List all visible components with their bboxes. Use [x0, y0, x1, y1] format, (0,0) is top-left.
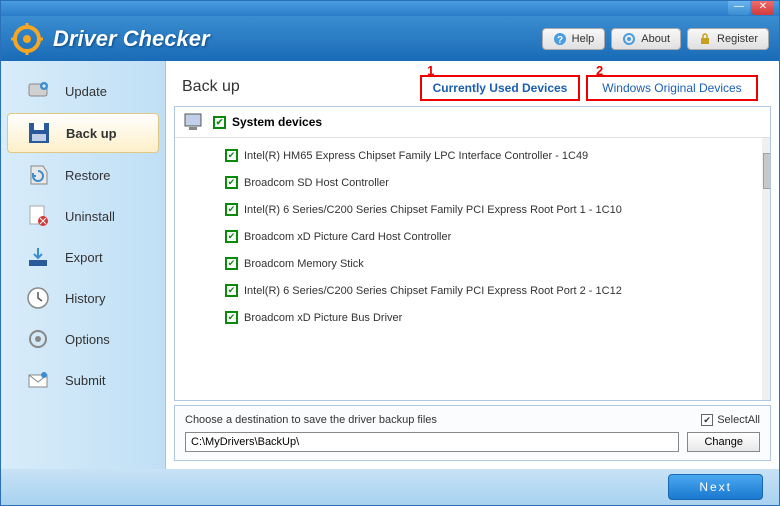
scrollbar[interactable]	[762, 138, 770, 400]
app-window: — ✕ Driver Checker ? Help About Register…	[0, 0, 780, 506]
about-label: About	[641, 33, 670, 45]
page-title: Back up	[182, 78, 240, 106]
gear-icon	[622, 32, 636, 46]
sidebar-item-options[interactable]: Options	[7, 320, 159, 358]
svg-text:?: ?	[557, 35, 563, 46]
sidebar-label: Restore	[65, 168, 111, 183]
tab-windows-original[interactable]: Windows Original Devices	[586, 75, 758, 101]
change-button[interactable]: Change	[687, 432, 760, 452]
header-buttons: ? Help About Register	[542, 28, 769, 50]
register-label: Register	[717, 33, 758, 45]
floppy-icon	[26, 120, 52, 146]
footer: Next	[1, 469, 779, 505]
export-icon	[25, 244, 51, 270]
sidebar-label: Submit	[65, 373, 105, 388]
device-row[interactable]: ✔ Broadcom xD Picture Bus Driver	[175, 304, 770, 331]
titlebar: — ✕	[1, 1, 779, 16]
body: Update Back up Restore Uninstall Export …	[1, 61, 779, 469]
window-controls: — ✕	[726, 1, 774, 15]
checkbox-icon: ✔	[701, 414, 713, 426]
sidebar: Update Back up Restore Uninstall Export …	[1, 61, 166, 469]
tab-label: Currently Used Devices	[433, 81, 568, 95]
sidebar-label: Export	[65, 250, 103, 265]
device-row[interactable]: ✔ Broadcom xD Picture Card Host Controlle…	[175, 223, 770, 250]
app-title: Driver Checker	[53, 26, 210, 52]
sidebar-item-submit[interactable]: Submit	[7, 361, 159, 399]
header: Driver Checker ? Help About Register	[1, 16, 779, 61]
about-button[interactable]: About	[611, 28, 681, 50]
content-header: Back up 1 2 Currently Used Devices Windo…	[166, 61, 779, 106]
submit-icon	[25, 367, 51, 393]
device-label: Intel(R) HM65 Express Chipset Family LPC…	[244, 150, 588, 162]
checkbox[interactable]: ✔	[225, 176, 238, 189]
destination-panel: Choose a destination to save the driver …	[174, 405, 771, 461]
sidebar-label: Uninstall	[65, 209, 115, 224]
sidebar-label: Back up	[66, 126, 117, 141]
clock-icon	[25, 285, 51, 311]
checkbox[interactable]: ✔	[213, 116, 226, 129]
category-label: System devices	[232, 115, 322, 129]
device-label: Broadcom xD Picture Card Host Controller	[244, 231, 451, 243]
sidebar-label: Options	[65, 332, 110, 347]
options-icon	[25, 326, 51, 352]
device-label: Broadcom SD Host Controller	[244, 177, 389, 189]
register-button[interactable]: Register	[687, 28, 769, 50]
device-label: Intel(R) 6 Series/C200 Series Chipset Fa…	[244, 204, 622, 216]
device-label: Intel(R) 6 Series/C200 Series Chipset Fa…	[244, 285, 622, 297]
tab-label: Windows Original Devices	[602, 81, 741, 95]
close-button[interactable]: ✕	[752, 1, 774, 15]
checkbox[interactable]: ✔	[225, 230, 238, 243]
sidebar-item-update[interactable]: Update	[7, 72, 159, 110]
sidebar-item-history[interactable]: History	[7, 279, 159, 317]
device-label: Broadcom xD Picture Bus Driver	[244, 312, 402, 324]
destination-input[interactable]	[185, 432, 679, 452]
scrollbar-thumb[interactable]	[763, 153, 770, 189]
sidebar-label: Update	[65, 84, 107, 99]
lock-icon	[698, 32, 712, 46]
device-row[interactable]: ✔ Intel(R) HM65 Express Chipset Family LP…	[175, 142, 770, 169]
next-button[interactable]: Next	[668, 474, 763, 500]
destination-label: Choose a destination to save the driver …	[185, 414, 437, 426]
device-row[interactable]: ✔ Intel(R) 6 Series/C200 Series Chipset F…	[175, 277, 770, 304]
help-icon: ?	[553, 32, 567, 46]
device-panel: ✔ System devices ✔ Intel(R) HM65 Express …	[174, 106, 771, 401]
checkbox[interactable]: ✔	[225, 257, 238, 270]
sidebar-label: History	[65, 291, 105, 306]
checkbox[interactable]: ✔	[225, 311, 238, 324]
restore-icon	[25, 162, 51, 188]
device-label: Broadcom Memory Stick	[244, 258, 364, 270]
select-all-label: SelectAll	[717, 414, 760, 426]
update-icon	[25, 78, 51, 104]
device-list: ✔ Intel(R) HM65 Express Chipset Family LP…	[175, 138, 770, 400]
device-row[interactable]: ✔ Intel(R) 6 Series/C200 Series Chipset F…	[175, 196, 770, 223]
content: Back up 1 2 Currently Used Devices Windo…	[166, 61, 779, 469]
sidebar-item-export[interactable]: Export	[7, 238, 159, 276]
device-row[interactable]: ✔ Broadcom SD Host Controller	[175, 169, 770, 196]
monitor-icon	[183, 112, 207, 132]
help-label: Help	[572, 33, 595, 45]
device-row[interactable]: ✔ Broadcom Memory Stick	[175, 250, 770, 277]
sidebar-item-restore[interactable]: Restore	[7, 156, 159, 194]
minimize-button[interactable]: —	[728, 1, 750, 15]
checkbox[interactable]: ✔	[225, 149, 238, 162]
help-button[interactable]: ? Help	[542, 28, 606, 50]
tab-currently-used[interactable]: Currently Used Devices	[420, 75, 580, 101]
select-all-checkbox[interactable]: ✔ SelectAll	[701, 414, 760, 426]
sidebar-item-backup[interactable]: Back up	[7, 113, 159, 153]
checkbox[interactable]: ✔	[225, 203, 238, 216]
uninstall-icon	[25, 203, 51, 229]
sidebar-item-uninstall[interactable]: Uninstall	[7, 197, 159, 235]
checkbox[interactable]: ✔	[225, 284, 238, 297]
gear-logo-icon	[11, 23, 43, 55]
category-row[interactable]: ✔ System devices	[175, 107, 770, 138]
